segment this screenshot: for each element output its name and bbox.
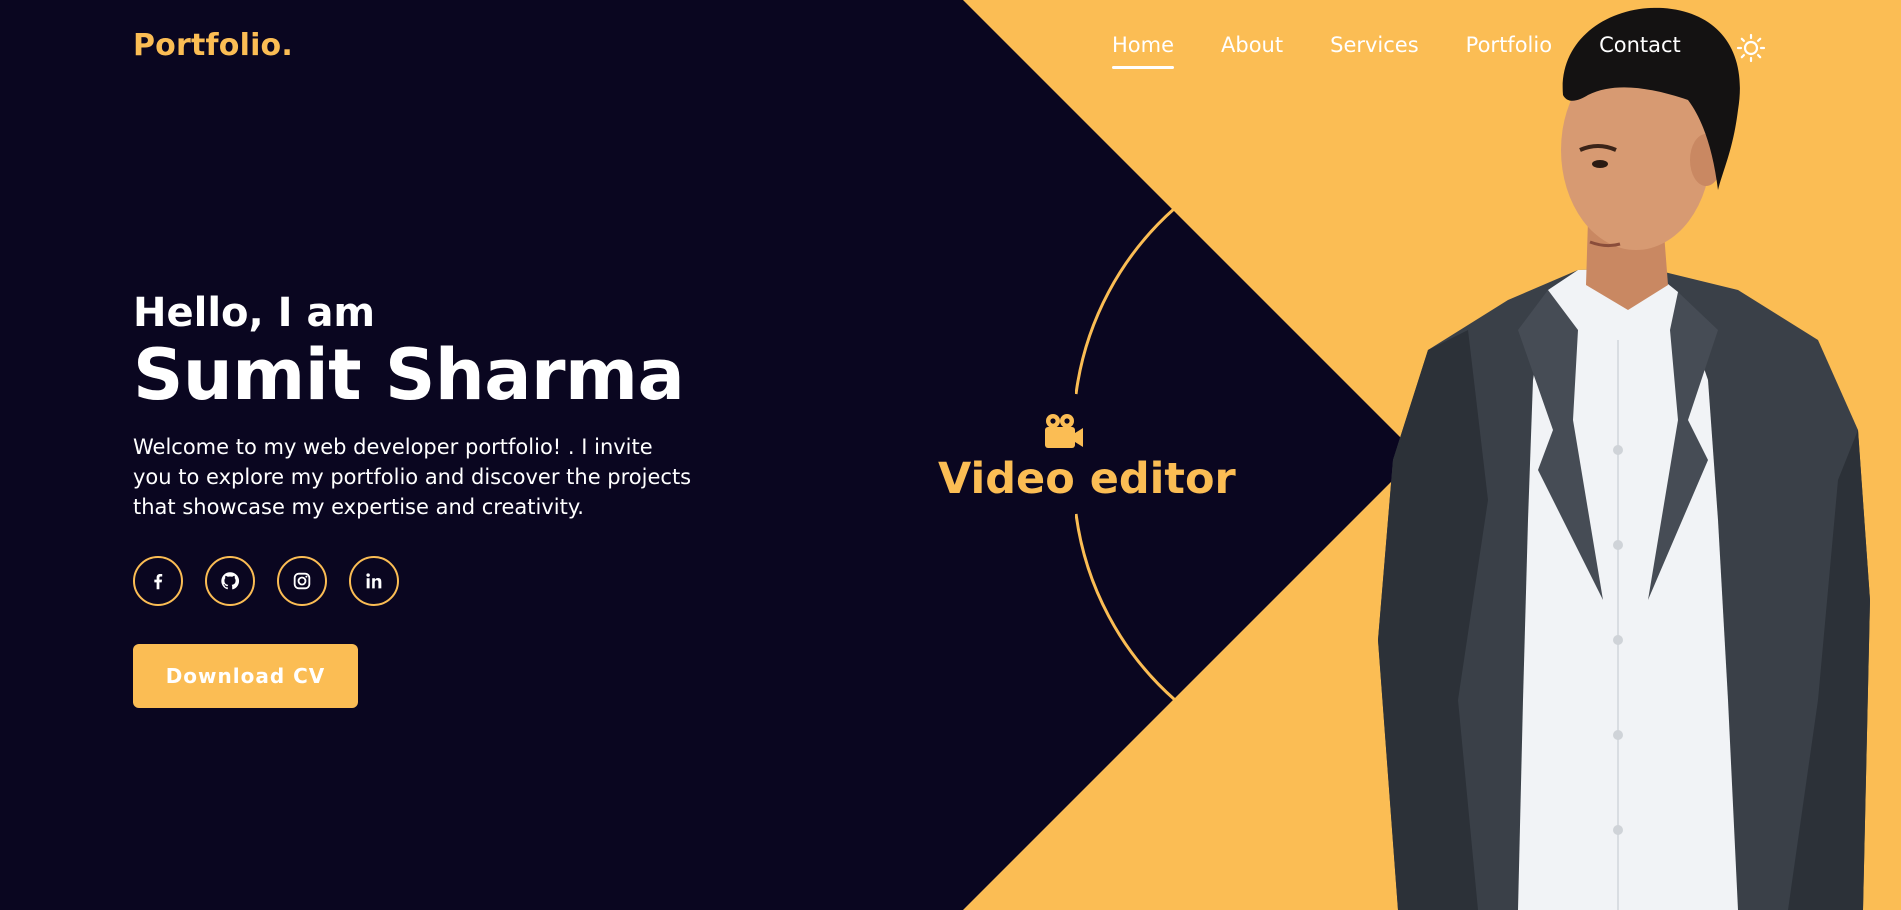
hero-intro: Welcome to my web developer portfolio! .… [133,435,692,519]
sun-icon[interactable] [1736,33,1766,63]
hero-section: Hello, I am Sumit Sharma Welcome to my w… [133,290,773,708]
nav-item-services[interactable]: Services [1330,33,1419,57]
instagram-link[interactable] [277,556,327,606]
facebook-icon [154,573,163,590]
site-logo[interactable]: Portfolio. [133,28,293,63]
nav-item-about[interactable]: About [1221,33,1283,57]
github-icon [221,572,240,590]
instagram-icon [293,572,311,590]
hero-name: Sumit Sharma [133,334,685,416]
download-cv-button[interactable]: Download CV [133,644,358,708]
nav-item-portfolio[interactable]: Portfolio [1466,33,1552,57]
nav-item-contact[interactable]: Contact [1599,33,1681,57]
navbar: Portfolio. Home About Services Portfolio… [0,0,1901,95]
linkedin-link[interactable] [349,556,399,606]
nav-links: Home About Services Portfolio Contact [1112,33,1728,69]
facebook-link[interactable] [133,556,183,606]
linkedin-icon [366,573,382,589]
role-badge: Video editor [938,412,1248,504]
social-links [133,556,773,606]
github-link[interactable] [205,556,255,606]
video-camera-icon [1045,414,1083,448]
nav-item-home[interactable]: Home [1112,33,1175,69]
role-text: Video editor [938,454,1236,504]
hero-greeting: Hello, I am [133,290,376,336]
